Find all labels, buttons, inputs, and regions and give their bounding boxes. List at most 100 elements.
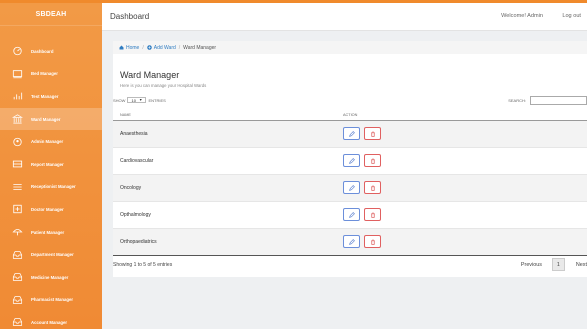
sidebar-item-department-manager[interactable]: Department Manager (0, 243, 102, 266)
building-icon (11, 114, 23, 124)
sidebar-item-label: Account Manager (31, 319, 68, 325)
page-subtitle: Here is you can manage your Hospital War… (120, 83, 207, 88)
action-cell (343, 147, 587, 175)
edit-icon (348, 184, 355, 191)
entries-control: SHOW 10 ▼ ENTRIES (113, 97, 166, 103)
sidebar-item-label: Medicine Manager (31, 274, 69, 280)
table-row: Opthalmology (113, 201, 587, 229)
plus-circle-icon (146, 45, 152, 50)
sidebar-item-label: Doctor Manager (31, 206, 64, 212)
header-title: Dashboard (110, 12, 150, 21)
edit-button[interactable] (343, 127, 360, 140)
sidebar-item-label: Admin Manager (31, 139, 64, 145)
bar-chart-icon (11, 91, 23, 101)
page-number-button[interactable]: 1 (551, 258, 565, 271)
breadcrumb-home[interactable]: Home (119, 45, 139, 51)
delete-button[interactable] (364, 154, 382, 167)
sidebar-item-label: Bed Manager (31, 71, 58, 77)
sidebar-item-label: Department Manager (31, 252, 74, 258)
tray-icon (11, 317, 23, 327)
breadcrumb-add-ward[interactable]: Add Ward (146, 45, 176, 51)
breadcrumb-separator: / (178, 44, 181, 51)
edit-button[interactable] (343, 154, 360, 167)
welcome-text: Welcome! Admin (501, 13, 543, 19)
action-cell (343, 120, 587, 148)
delete-button[interactable] (364, 181, 382, 194)
table-header-row: NAME ACTION (113, 110, 587, 121)
next-page-button[interactable]: Next (576, 262, 587, 268)
sidebar-item-report-manager[interactable]: Report Manager (0, 153, 102, 176)
edit-icon (348, 238, 355, 245)
edit-icon (348, 130, 355, 137)
tray-icon (11, 272, 23, 282)
pagination: Previous 1 Next (521, 258, 587, 271)
trash-icon (371, 158, 375, 164)
dashboard-icon (11, 46, 23, 56)
report-icon (11, 159, 23, 169)
chevron-down-icon: ▼ (138, 98, 143, 102)
breadcrumb-separator: / (142, 44, 144, 51)
logout-link[interactable]: Log out (562, 13, 581, 19)
tray-icon (11, 250, 23, 260)
search-control: SEARCH: (508, 96, 587, 105)
sidebar-item-dashboard[interactable]: Dashboard (0, 40, 102, 63)
action-cell (343, 201, 587, 229)
action-cell (343, 228, 587, 256)
search-input[interactable] (530, 96, 587, 105)
sidebar-item-admin-manager[interactable]: Admin Manager (0, 130, 102, 153)
sidebar-item-test-manager[interactable]: Test Manager (0, 85, 102, 108)
sidebar-item-ward-manager[interactable]: Ward Manager (0, 107, 102, 131)
table-row: Oncology (113, 174, 587, 202)
entries-label: ENTRIES (148, 97, 166, 103)
sidebar-item-receptionist-manager[interactable]: Receptionist Manager (0, 176, 102, 199)
sidebar-item-label: Receptionist Manager (31, 184, 76, 190)
ward-manager-panel: Home / Add Ward / Ward Manager Ward Mana… (113, 41, 587, 277)
ward-name-cell: Orthopaediatrics (113, 228, 343, 256)
home-icon (119, 45, 124, 50)
ward-name-cell: Cardiovascular (113, 147, 343, 175)
delete-button[interactable] (364, 127, 382, 140)
list-icon (11, 182, 23, 192)
show-label: SHOW (113, 97, 126, 103)
breadcrumb-current: Ward Manager (183, 44, 217, 51)
hospital-icon (11, 204, 23, 214)
table-row: Cardiovascular (113, 147, 587, 175)
column-header-name: NAME (113, 110, 343, 121)
sidebar-item-label: Pharmacist Manager (31, 297, 74, 303)
ward-name-cell: Opthalmology (113, 201, 343, 229)
edit-button[interactable] (343, 235, 360, 248)
sidebar-item-label: Ward Manager (31, 116, 61, 122)
sidebar-item-pharmacist-manager[interactable]: Pharmacist Manager (0, 289, 102, 312)
wards-table: NAME ACTION Anaesthesia Cardiovascular O… (113, 110, 587, 256)
trash-icon (371, 185, 375, 191)
sidebar-item-label: Dashboard (31, 48, 54, 54)
sidebar-item-label: Test Manager (31, 93, 59, 99)
top-header: Dashboard Welcome! Admin Log out (102, 3, 587, 31)
sidebar-item-patient-manager[interactable]: Patient Manager (0, 221, 102, 244)
edit-icon (348, 211, 355, 218)
user-shield-icon (11, 137, 23, 147)
previous-page-button[interactable]: Previous (521, 262, 542, 268)
tray-icon (11, 295, 23, 305)
sidebar-item-doctor-manager[interactable]: Doctor Manager (0, 198, 102, 221)
sidebar-nav: Dashboard Bed Manager Test Manager Ward … (0, 40, 102, 329)
sidebar-item-medicine-manager[interactable]: Medicine Manager (0, 266, 102, 289)
delete-button[interactable] (364, 208, 382, 221)
breadcrumb: Home / Add Ward / Ward Manager (113, 41, 587, 54)
edit-button[interactable] (343, 181, 360, 194)
table-row: Anaesthesia (113, 120, 587, 148)
action-cell (343, 174, 587, 202)
ward-name-cell: Oncology (113, 174, 343, 202)
trash-icon (371, 212, 375, 218)
entries-select[interactable]: 10 ▼ (127, 97, 147, 103)
edit-button[interactable] (343, 208, 360, 221)
sidebar-item-account-manager[interactable]: Account Manager (0, 311, 102, 329)
sidebar: SBDEAH Dashboard Bed Manager Test Manage… (0, 3, 102, 329)
table-row: Orthopaediatrics (113, 228, 587, 256)
column-header-action: ACTION (343, 110, 587, 121)
edit-icon (348, 157, 355, 164)
delete-button[interactable] (364, 235, 382, 248)
brand-title: SBDEAH (0, 3, 102, 26)
bed-icon (11, 69, 23, 79)
sidebar-item-bed-manager[interactable]: Bed Manager (0, 63, 102, 86)
